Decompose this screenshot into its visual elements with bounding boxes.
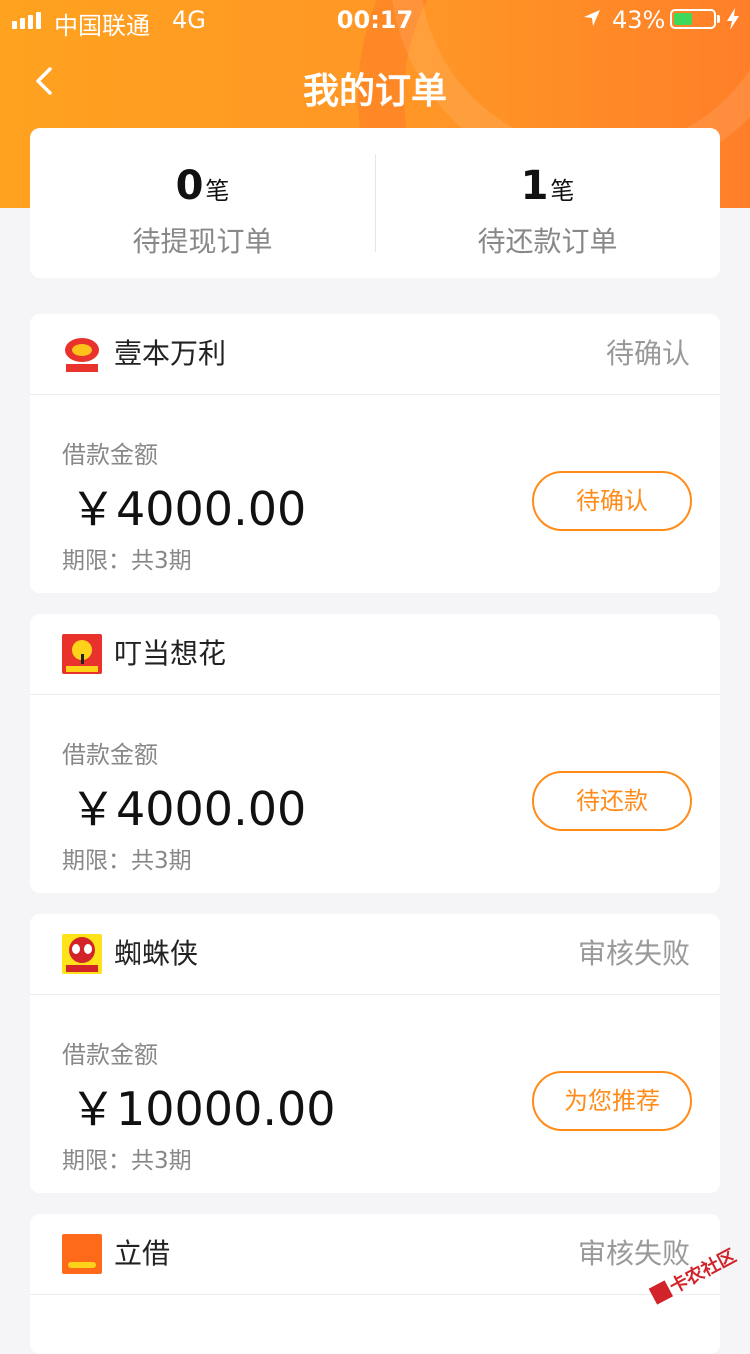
count-unit: 笔 <box>205 177 230 205</box>
loan-term: 期限：共3期 <box>62 1148 192 1174</box>
repay-button[interactable]: 待还款 <box>532 771 692 831</box>
spider-logo <box>62 934 102 974</box>
pending-withdrawal-label: 待提现订单 <box>132 225 273 258</box>
order-card-header: 蜘蛛侠 审核失败 <box>30 914 720 995</box>
order-card-body: 借款金额 ￥10000.00 期限：共3期 为您推荐 <box>30 995 720 1193</box>
amount-label: 借款金额 <box>62 441 158 469</box>
loan-amount: ￥4000.00 <box>70 782 307 836</box>
battery-percent: 43% <box>612 6 666 34</box>
loan-amount: ￥10000.00 <box>70 1082 336 1136</box>
order-card[interactable]: 立借 审核失败 <box>30 1214 720 1354</box>
lender-name: 叮当想花 <box>114 637 227 670</box>
order-status: 审核失败 <box>577 937 690 970</box>
location-arrow-icon <box>584 10 600 26</box>
order-card[interactable]: 叮当想花 借款金额 ￥4000.00 期限：共3期 待还款 <box>30 614 720 893</box>
yibenwanli-logo <box>62 334 102 374</box>
order-card-body: 借款金额 ￥4000.00 期限：共3期 待还款 <box>30 695 720 893</box>
pending-repayment-label: 待还款订单 <box>477 225 618 258</box>
recommend-button[interactable]: 为您推荐 <box>532 1071 692 1131</box>
lijie-logo <box>62 1234 102 1274</box>
loan-amount: ￥4000.00 <box>70 482 307 536</box>
status-bar: 中国联通 4G 00:17 43% <box>0 0 750 40</box>
order-card-body: 借款金额 ￥4000.00 期限：共3期 待确认 <box>30 395 720 593</box>
loan-term: 期限：共3期 <box>62 848 192 874</box>
order-card-header: 叮当想花 <box>30 614 720 695</box>
pending-withdrawal-count: 0 <box>175 163 204 209</box>
order-card-header: 立借 审核失败 <box>30 1214 720 1295</box>
amount-label: 借款金额 <box>62 1041 158 1069</box>
svg-text:卡农社区: 卡农社区 <box>666 1245 740 1298</box>
lender-name: 壹本万利 <box>114 337 227 370</box>
pending-repayment-summary[interactable]: 1 笔 待还款订单 <box>375 128 720 278</box>
pending-repayment-count: 1 <box>520 163 549 209</box>
loan-term: 期限：共3期 <box>62 548 192 574</box>
order-card[interactable]: 蜘蛛侠 审核失败 借款金额 ￥10000.00 期限：共3期 为您推荐 <box>30 914 720 1193</box>
amount-label: 借款金额 <box>62 741 158 769</box>
order-status: 待确认 <box>605 337 690 370</box>
order-summary-card: 0 笔 待提现订单 1 笔 待还款订单 <box>30 128 720 278</box>
kanong-watermark-logo: 卡农社区 <box>648 1245 740 1305</box>
lender-name: 立借 <box>114 1237 171 1270</box>
charging-bolt-icon <box>727 8 739 30</box>
pending-withdrawal-summary[interactable]: 0 笔 待提现订单 <box>30 128 375 278</box>
order-card[interactable]: 壹本万利 待确认 借款金额 ￥4000.00 期限：共3期 待确认 <box>30 314 720 593</box>
dingdang-bell-logo <box>62 634 102 674</box>
lender-name: 蜘蛛侠 <box>114 937 199 970</box>
confirm-button[interactable]: 待确认 <box>532 471 692 531</box>
battery-icon <box>670 9 716 29</box>
count-unit: 笔 <box>550 177 575 205</box>
page-title: 我的订单 <box>302 71 447 112</box>
nav-bar: 我的订单 <box>0 40 750 126</box>
order-card-header: 壹本万利 待确认 <box>30 314 720 395</box>
